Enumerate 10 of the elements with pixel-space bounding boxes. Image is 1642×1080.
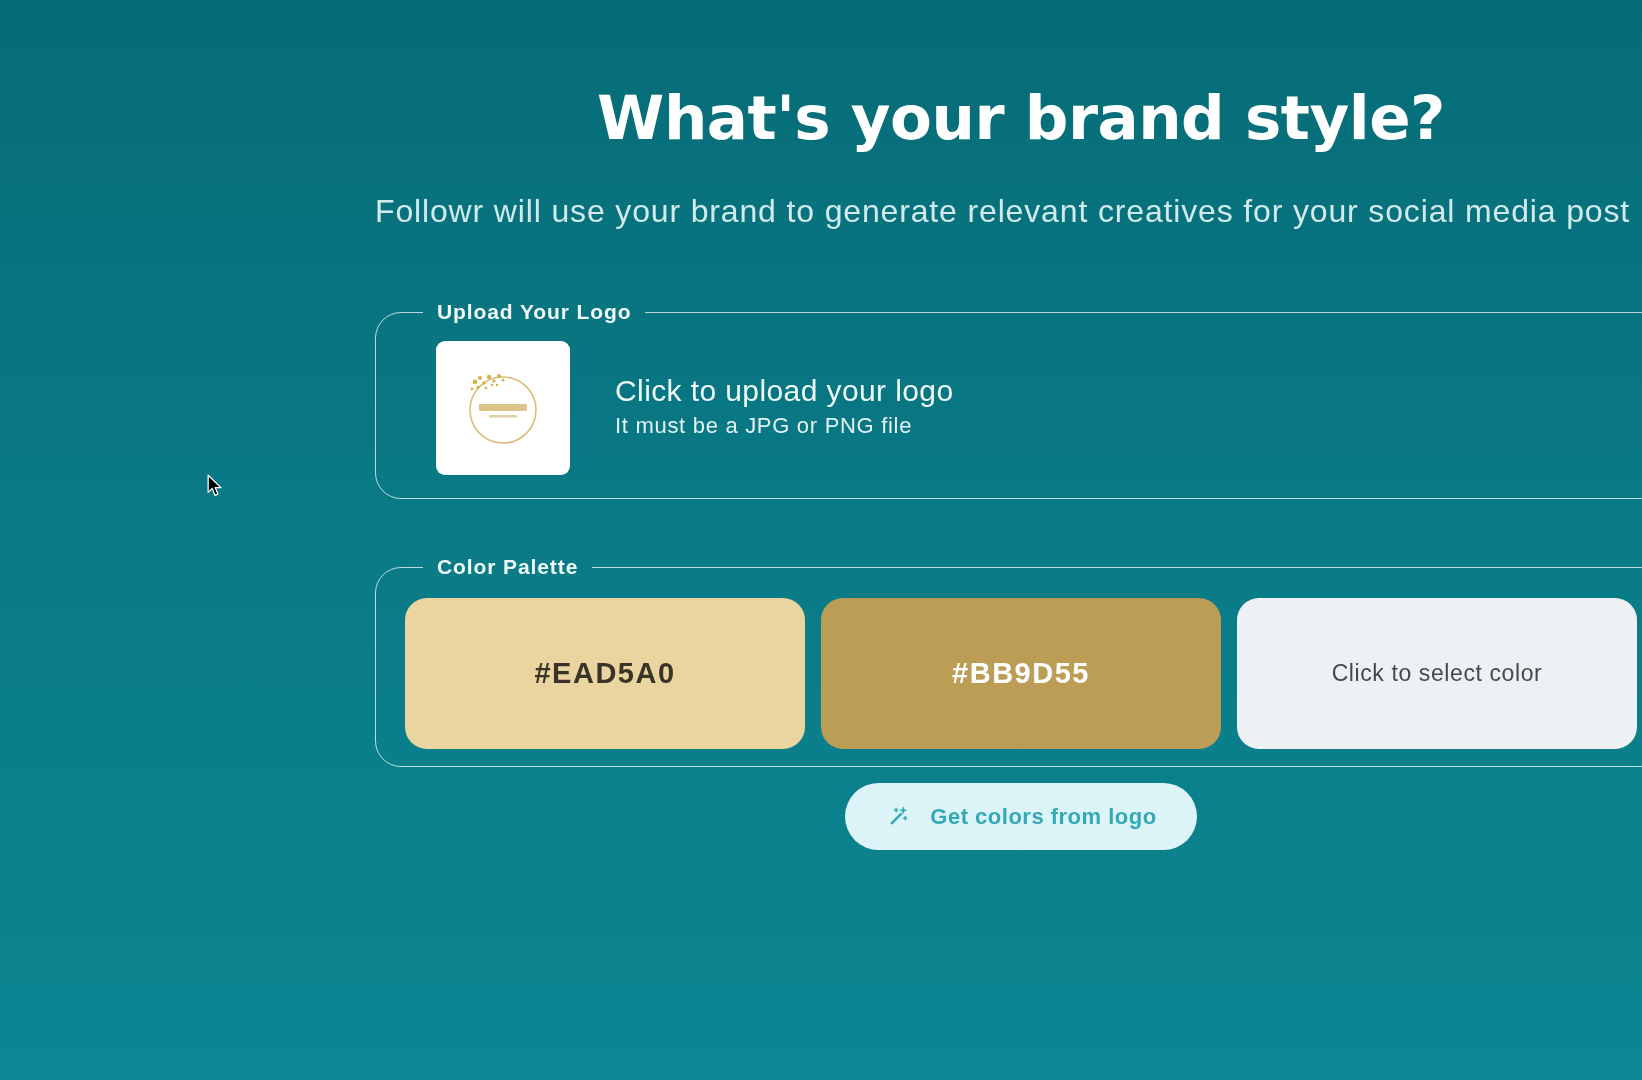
upload-hint: It must be a JPG or PNG file xyxy=(615,412,914,439)
color-select-slot[interactable]: Click to select color xyxy=(1237,598,1637,749)
mouse-pointer-icon xyxy=(207,474,223,497)
section-legend: Color Palette xyxy=(423,555,593,579)
section-legend: Upload Your Logo xyxy=(423,300,646,324)
page-title: What's your brand style? xyxy=(596,82,1446,154)
upload-prompt: Click to upload your logo xyxy=(615,373,954,409)
page-subtitle: Followr will use your brand to generate relevant creatives for your social media post xyxy=(375,192,1632,230)
color-swatch[interactable]: #EAD5A0 xyxy=(405,598,805,749)
magic-wand-icon xyxy=(889,807,909,826)
